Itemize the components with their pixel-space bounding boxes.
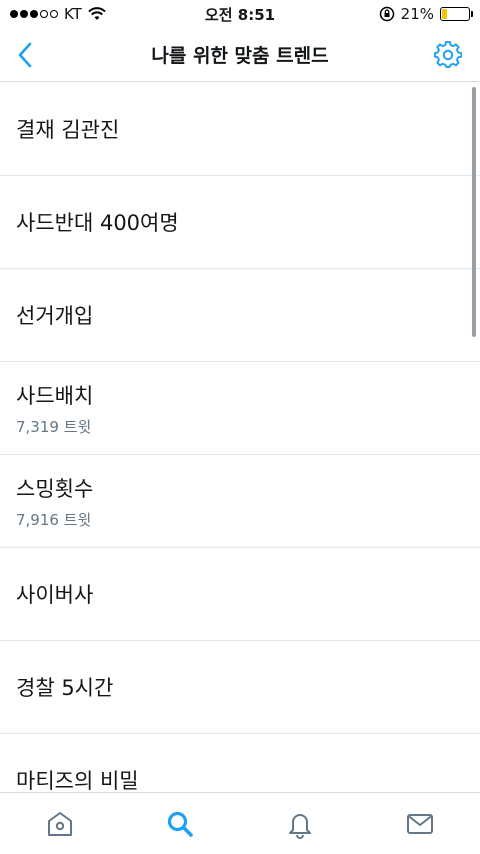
tab-bar: [0, 792, 480, 854]
settings-button[interactable]: [434, 40, 463, 69]
back-button[interactable]: [14, 40, 38, 70]
trend-tweet-count: 7,319 트윗: [16, 417, 92, 436]
home-icon: [48, 811, 72, 836]
tab-home[interactable]: [30, 799, 90, 849]
wifi-icon: [88, 7, 106, 20]
status-bar: KT 오전 8:51 21%: [0, 0, 480, 28]
trend-item[interactable]: 선거개입: [0, 269, 480, 362]
tab-notifications[interactable]: [270, 799, 330, 849]
trends-list: 결재 김관진 사드반대 400여명 선거개입 사드배치 7,319 트윗 스밍횟…: [0, 83, 480, 792]
carrier-label: KT: [64, 5, 82, 23]
trend-item[interactable]: 사이버사: [0, 548, 480, 641]
trend-title: 경찰 5시간: [16, 676, 114, 700]
trend-item[interactable]: 결재 김관진: [0, 83, 480, 176]
trend-title: 사드반대 400여명: [16, 211, 179, 235]
chevron-left-icon: [18, 42, 32, 68]
status-left: KT: [10, 5, 106, 23]
trend-title: 사이버사: [16, 583, 94, 607]
signal-strength-icon: [10, 10, 58, 18]
battery-icon: [440, 7, 473, 21]
trend-item[interactable]: 사드배치 7,319 트윗: [0, 362, 480, 455]
trend-title: 사드배치: [16, 383, 94, 408]
page-title: 나를 위한 맞춤 트렌드: [151, 45, 329, 67]
scrollbar[interactable]: [472, 87, 476, 337]
clock: 오전 8:51: [204, 5, 276, 24]
tab-search[interactable]: [150, 799, 210, 849]
battery-percent: 21%: [400, 5, 434, 23]
trend-item[interactable]: 스밍횟수 7,916 트윗: [0, 455, 480, 548]
trend-item[interactable]: 경찰 5시간: [0, 641, 480, 734]
trend-title: 스밍횟수: [16, 476, 94, 501]
trend-item[interactable]: 마티즈의 비밀: [0, 734, 480, 792]
battery-level-fill: [442, 9, 448, 19]
trend-tweet-count: 7,916 트윗: [16, 510, 92, 529]
trend-item[interactable]: 사드반대 400여명: [0, 176, 480, 269]
trend-title: 마티즈의 비밀: [16, 769, 139, 792]
tab-messages[interactable]: [390, 799, 450, 849]
search-icon: [167, 811, 193, 837]
status-right: 21%: [379, 5, 473, 23]
mail-icon: [407, 813, 433, 834]
nav-header: 나를 위한 맞춤 트렌드: [0, 28, 480, 82]
rotation-lock-icon: [379, 6, 394, 22]
bell-icon: [289, 813, 311, 839]
trend-title: 선거개입: [16, 304, 94, 328]
trend-title: 결재 김관진: [16, 118, 120, 142]
gear-icon: [434, 40, 463, 68]
